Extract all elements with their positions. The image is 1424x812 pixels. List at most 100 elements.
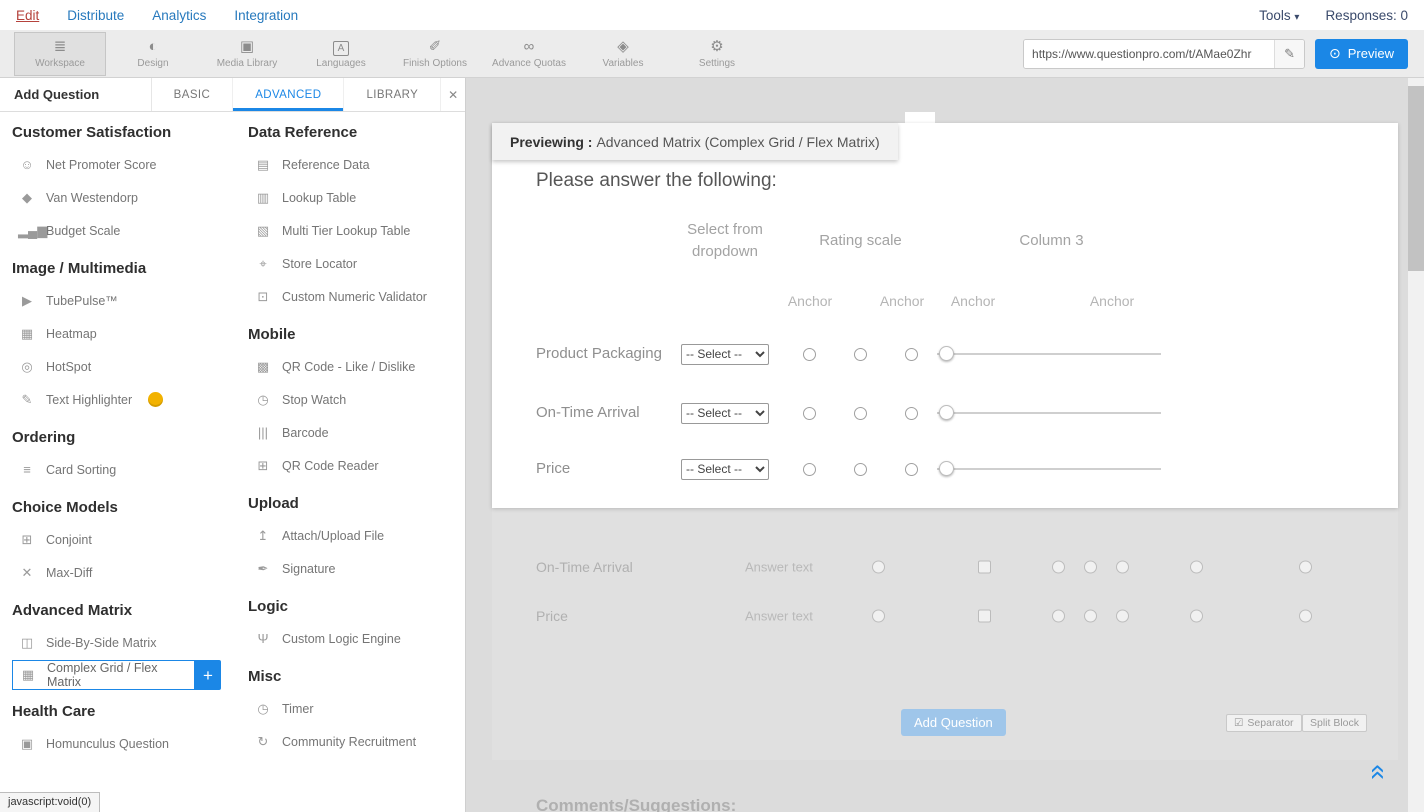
question-type-multi-tier-lookup[interactable]: ▧ Multi Tier Lookup Table: [248, 214, 460, 247]
question-type-van-westendorp[interactable]: ◆ Van Westendorp: [12, 181, 248, 214]
nav-distribute[interactable]: Distribute: [67, 8, 124, 23]
radio-button[interactable]: [1084, 610, 1097, 623]
hotspot-icon: ◎: [18, 359, 36, 375]
scrollbar-thumb[interactable]: [1408, 86, 1424, 271]
radio-button[interactable]: [872, 561, 885, 574]
question-type-tubepulse[interactable]: ▶ TubePulse™: [12, 284, 248, 317]
radio-button[interactable]: [872, 610, 885, 623]
new-feature-badge: [148, 392, 163, 407]
row-dropdown[interactable]: -- Select --: [681, 344, 769, 365]
matrix-icon: ◫: [18, 635, 36, 651]
question-type-conjoint[interactable]: ⊞ Conjoint: [12, 523, 248, 556]
question-type-budget-scale[interactable]: ▂▄▆ Budget Scale: [12, 214, 248, 247]
question-type-text-highlighter[interactable]: ✎ Text Highlighter: [12, 383, 248, 416]
toolbar-advance-quotas[interactable]: ∞ Advance Quotas: [482, 38, 576, 69]
radio-button[interactable]: [1052, 610, 1065, 623]
toolbar-workspace[interactable]: ≣ Workspace: [14, 32, 106, 76]
question-type-complex-grid[interactable]: ▦ Complex Grid / Flex Matrix: [12, 660, 195, 690]
slider-thumb[interactable]: [939, 405, 954, 420]
question-type-card-sorting[interactable]: ≡ Card Sorting: [12, 453, 248, 486]
radio-button[interactable]: [1190, 561, 1203, 574]
slider-thumb[interactable]: [939, 346, 954, 361]
question-type-custom-numeric-validator[interactable]: ⊡ Custom Numeric Validator: [248, 280, 460, 313]
tab-advanced[interactable]: ADVANCED: [233, 78, 344, 111]
section-heading: Customer Satisfaction: [12, 124, 248, 141]
scroll-to-top-button[interactable]: «: [1371, 758, 1387, 786]
nav-integration[interactable]: Integration: [234, 8, 298, 23]
slider[interactable]: [937, 405, 1161, 421]
question-type-signature[interactable]: ✒ Signature: [248, 552, 460, 585]
question-type-lookup-table[interactable]: ▥ Lookup Table: [248, 181, 460, 214]
rating-radio[interactable]: [803, 463, 816, 476]
toolbar-settings[interactable]: ⚙ Settings: [670, 38, 764, 69]
question-type-attach-upload[interactable]: ↥ Attach/Upload File: [248, 519, 460, 552]
vertical-scrollbar[interactable]: [1407, 78, 1424, 812]
slider[interactable]: [937, 346, 1161, 362]
toolbar-variables[interactable]: ◈ Variables: [576, 38, 670, 69]
radio-button[interactable]: [1299, 610, 1312, 623]
question-type-reference-data[interactable]: ▤ Reference Data: [248, 148, 460, 181]
section-logic: Logic Ψ Custom Logic Engine: [248, 598, 460, 655]
separator-button[interactable]: ☑ Separator: [1226, 714, 1302, 732]
question-type-stop-watch[interactable]: ◷ Stop Watch: [248, 383, 460, 416]
radio-button[interactable]: [1116, 561, 1129, 574]
survey-url-input[interactable]: [1024, 40, 1274, 68]
question-type-timer[interactable]: ◷ Timer: [248, 692, 460, 725]
radio-button[interactable]: [1190, 610, 1203, 623]
rating-radio[interactable]: [905, 407, 918, 420]
question-type-store-locator[interactable]: ⌖ Store Locator: [248, 247, 460, 280]
matrix-row: Product Packaging -- Select --: [536, 323, 1168, 385]
add-complex-grid-button[interactable]: +: [195, 660, 221, 690]
checkbox[interactable]: [978, 610, 991, 623]
tab-basic[interactable]: BASIC: [152, 78, 234, 111]
question-type-community-recruitment[interactable]: ↻ Community Recruitment: [248, 725, 460, 758]
pencil-icon: ✎: [18, 392, 36, 408]
tab-library[interactable]: LIBRARY: [344, 78, 441, 111]
price-tag-icon: ◆: [18, 190, 36, 206]
radio-button[interactable]: [1116, 610, 1129, 623]
toolbar-languages[interactable]: A Languages: [294, 38, 388, 69]
stopwatch-icon: ◷: [254, 392, 272, 408]
rating-radio[interactable]: [854, 407, 867, 420]
question-type-heatmap[interactable]: ▦ Heatmap: [12, 317, 248, 350]
section-heading: Ordering: [12, 429, 248, 446]
slider-thumb[interactable]: [939, 461, 954, 476]
row-dropdown[interactable]: -- Select --: [681, 403, 769, 424]
add-question-button[interactable]: Add Question: [901, 709, 1006, 736]
nav-analytics[interactable]: Analytics: [152, 8, 206, 23]
rating-radio[interactable]: [854, 463, 867, 476]
languages-icon: A: [333, 38, 350, 55]
toolbar-design[interactable]: ◐ Design: [106, 38, 200, 69]
nav-edit[interactable]: Edit: [16, 8, 39, 23]
split-block-button[interactable]: Split Block: [1302, 714, 1367, 732]
rating-radio[interactable]: [905, 348, 918, 361]
preview-button[interactable]: ⊙ Preview: [1315, 39, 1408, 69]
rating-radio[interactable]: [803, 348, 816, 361]
rating-radio[interactable]: [854, 348, 867, 361]
slider[interactable]: [937, 461, 1161, 477]
question-type-qr-reader[interactable]: ⊞ QR Code Reader: [248, 449, 460, 482]
question-type-qr-like-dislike[interactable]: ▩ QR Code - Like / Dislike: [248, 350, 460, 383]
rating-radio[interactable]: [905, 463, 918, 476]
question-type-hotspot[interactable]: ◎ HotSpot: [12, 350, 248, 383]
question-type-net-promoter-score[interactable]: ☺ Net Promoter Score: [12, 148, 248, 181]
toolbar-media-library[interactable]: ▣ Media Library: [200, 38, 294, 69]
column-header-rating: Rating scale: [784, 211, 937, 271]
question-type-custom-logic-engine[interactable]: Ψ Custom Logic Engine: [248, 622, 460, 655]
question-type-homunculus[interactable]: ▣ Homunculus Question: [12, 727, 248, 760]
double-chevron-up-icon: «: [1365, 764, 1393, 780]
tools-menu[interactable]: Tools ▾: [1259, 8, 1299, 23]
question-type-barcode[interactable]: ||| Barcode: [248, 416, 460, 449]
responses-count[interactable]: Responses: 0: [1325, 8, 1408, 23]
question-type-max-diff[interactable]: ✕ Max-Diff: [12, 556, 248, 589]
radio-button[interactable]: [1052, 561, 1065, 574]
toolbar-finish-options[interactable]: ✐ Finish Options: [388, 38, 482, 69]
rating-radio[interactable]: [803, 407, 816, 420]
checkbox[interactable]: [978, 561, 991, 574]
row-dropdown[interactable]: -- Select --: [681, 459, 769, 480]
radio-button[interactable]: [1084, 561, 1097, 574]
radio-button[interactable]: [1299, 561, 1312, 574]
close-panel-button[interactable]: ✕: [441, 78, 465, 111]
edit-url-button[interactable]: ✎: [1274, 40, 1304, 68]
question-type-side-by-side-matrix[interactable]: ◫ Side-By-Side Matrix: [12, 626, 248, 659]
